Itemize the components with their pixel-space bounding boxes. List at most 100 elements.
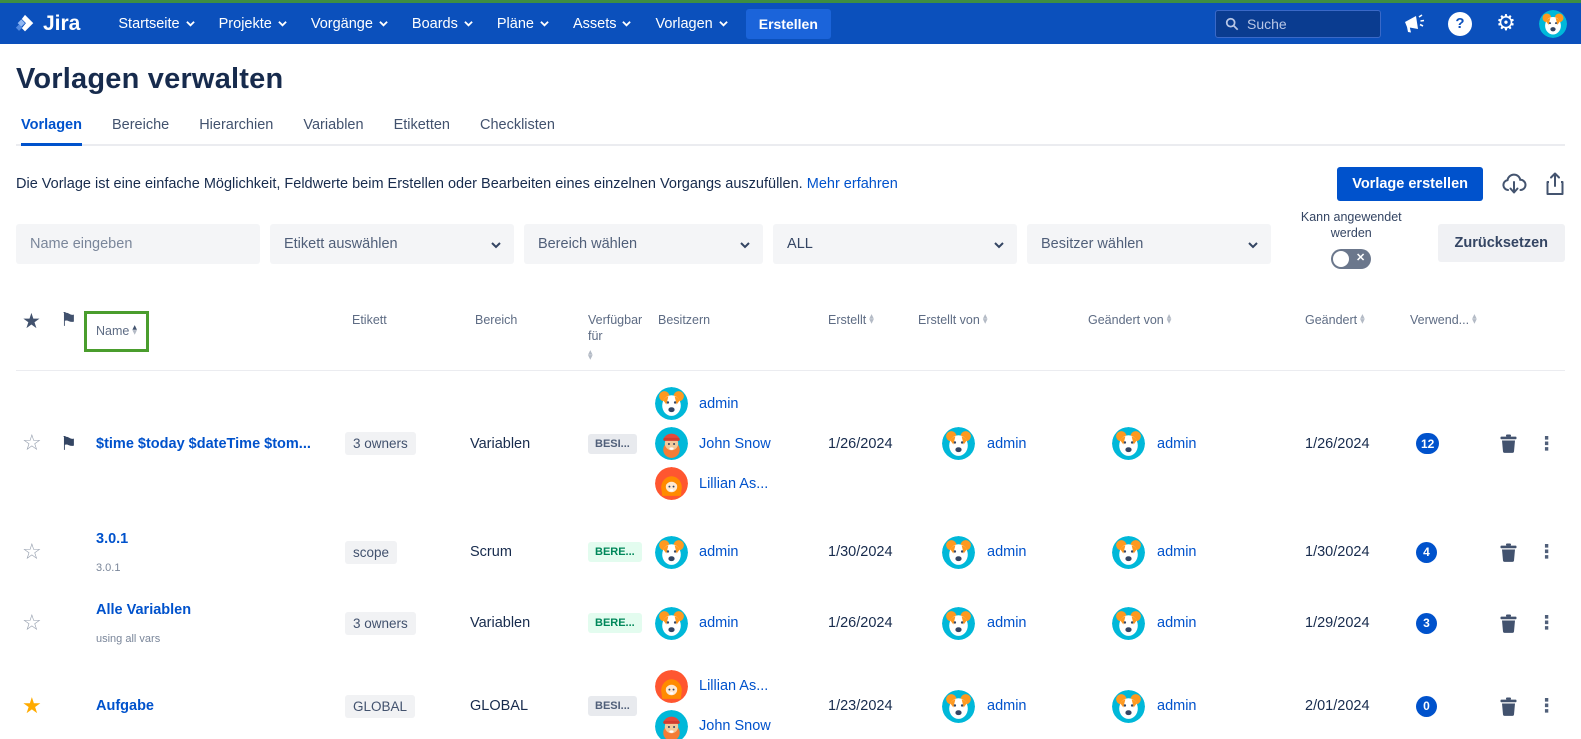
user-link[interactable]: admin [1157,698,1197,714]
dog-avatar [655,536,688,569]
table-row: ☆ 3.0.1 3.0.1 scope Scrum BERE... admin … [16,516,1565,588]
column-header-erstellt-von[interactable]: Erstellt von ▲▼ [918,299,1088,329]
modified-by: admin [1088,427,1305,460]
row-menu-kebab-icon[interactable]: ⋮ [1537,695,1556,717]
user-link[interactable]: admin [987,544,1027,560]
create-template-button[interactable]: Vorlage erstellen [1337,167,1483,201]
dog-avatar [1112,607,1145,640]
nav-item-boards[interactable]: Boards [400,3,485,44]
table-row: ☆ Alle Variablen using all vars 3 owners… [16,588,1565,658]
jira-logo-icon [14,13,36,35]
user-link[interactable]: admin [987,698,1027,714]
owners-list: Lillian As... John Snow [655,663,828,739]
row-menu-kebab-icon[interactable]: ⋮ [1537,541,1556,563]
nav-create-button[interactable]: Erstellen [746,9,831,39]
jira-logo[interactable]: Jira [14,12,80,36]
favorite-star-header-icon[interactable]: ★ [16,299,60,335]
tab-hierarchien[interactable]: Hierarchien [199,117,273,146]
filter-label-select[interactable]: Etikett auswählen [270,224,514,264]
settings-gear-icon[interactable]: ⚙ [1493,11,1519,37]
favorite-star-icon[interactable]: ☆ [16,611,60,636]
owner-name-link[interactable]: admin [699,615,739,631]
row-menu-kebab-icon[interactable]: ⋮ [1537,612,1556,634]
chevron-down-icon [186,19,195,28]
template-name-link[interactable]: Alle Variablen [96,602,191,618]
user-avatar[interactable] [1539,10,1567,38]
owner-item: admin [655,607,828,640]
delete-trash-icon[interactable] [1500,434,1517,453]
chevron-down-icon [464,19,473,28]
favorite-star-icon[interactable]: ★ [16,694,60,719]
user-link[interactable]: admin [987,615,1027,631]
global-search[interactable] [1215,10,1381,38]
user-link[interactable]: admin [1157,436,1197,452]
sort-icon: ▲▼ [1472,314,1477,324]
sort-icon: ▲▼ [1167,314,1172,324]
column-header-verfuegbar[interactable]: Verfügbar für ▲▼ [588,299,652,361]
tab-bereiche[interactable]: Bereiche [112,117,169,146]
chevron-down-icon [740,240,749,249]
delete-trash-icon[interactable] [1500,543,1517,562]
tab-checklisten[interactable]: Checklisten [480,117,555,146]
learn-more-link[interactable]: Mehr erfahren [807,176,898,192]
owner-name-link[interactable]: admin [699,396,739,412]
nav-item-assets[interactable]: Assets [561,3,644,44]
filter-name-input[interactable] [30,236,246,252]
owner-item: admin [655,387,828,420]
owner-name-link[interactable]: admin [699,544,739,560]
nav-item-plaene[interactable]: Pläne [485,3,561,44]
tab-variablen[interactable]: Variablen [303,117,363,146]
column-header-geaendert-von[interactable]: Geändert von ▲▼ [1088,299,1305,329]
export-share-icon[interactable] [1545,172,1565,196]
user-link[interactable]: admin [987,436,1027,452]
favorite-star-icon[interactable]: ☆ [16,431,60,456]
scope-value: GLOBAL [470,698,588,714]
column-header-verwendet[interactable]: Verwend... ▲▼ [1410,299,1492,329]
delete-trash-icon[interactable] [1500,614,1517,633]
filter-applies-select[interactable]: ALL [773,224,1017,264]
usage-count-badge: 0 [1416,696,1437,717]
nav-item-vorlagen[interactable]: Vorlagen [643,3,739,44]
favorite-star-icon[interactable]: ☆ [16,540,60,565]
nav-item-startseite[interactable]: Startseite [106,3,206,44]
can-apply-toggle[interactable]: ✕ [1331,249,1371,269]
user-link[interactable]: admin [1157,615,1197,631]
column-header-etikett[interactable]: Etikett [345,299,470,329]
row-menu-kebab-icon[interactable]: ⋮ [1537,433,1556,455]
user-link[interactable]: admin [1157,544,1197,560]
search-input[interactable] [1247,16,1367,32]
available-for-badge: BESI... [588,696,637,716]
tab-vorlagen[interactable]: Vorlagen [21,117,82,146]
announcements-icon[interactable] [1401,11,1427,37]
toggle-x-icon: ✕ [1356,251,1365,264]
tab-etiketten[interactable]: Etiketten [394,117,450,146]
owner-name-link[interactable]: John Snow [699,718,771,734]
created-by: admin [918,536,1088,569]
owner-name-link[interactable]: Lillian As... [699,678,768,694]
template-name-link[interactable]: Aufgabe [96,698,154,714]
template-name-link[interactable]: 3.0.1 [96,531,128,547]
chevron-down-icon [994,240,1003,249]
template-name-link[interactable]: $time $today $dateTime $tom... [96,436,311,452]
help-icon[interactable]: ? [1447,11,1473,37]
filter-scope-select[interactable]: Bereich wählen [524,224,763,264]
delete-trash-icon[interactable] [1500,697,1517,716]
filter-name-input-wrap [16,224,260,264]
created-date: 1/30/2024 [828,544,918,560]
column-header-erstellt[interactable]: Erstellt ▲▼ [828,299,918,329]
chevron-down-icon [278,19,287,28]
column-header-geaendert[interactable]: Geändert ▲▼ [1305,299,1410,329]
nav-item-vorgaenge[interactable]: Vorgänge [299,3,400,44]
filter-owner-select[interactable]: Besitzer wählen [1027,224,1271,264]
column-header-besitzern[interactable]: Besitzern [655,299,828,329]
column-header-bereich[interactable]: Bereich [470,299,588,329]
column-header-name[interactable]: Name ▲▼ [96,299,345,353]
orange-woman-avatar [655,467,688,500]
chevron-down-icon [491,240,500,249]
flag-icon[interactable]: ⚑ [60,433,96,455]
import-cloud-icon[interactable] [1501,172,1527,196]
owner-name-link[interactable]: John Snow [699,436,771,452]
reset-filters-button[interactable]: Zurücksetzen [1438,224,1565,262]
owner-name-link[interactable]: Lillian As... [699,476,768,492]
nav-item-projekte[interactable]: Projekte [207,3,299,44]
